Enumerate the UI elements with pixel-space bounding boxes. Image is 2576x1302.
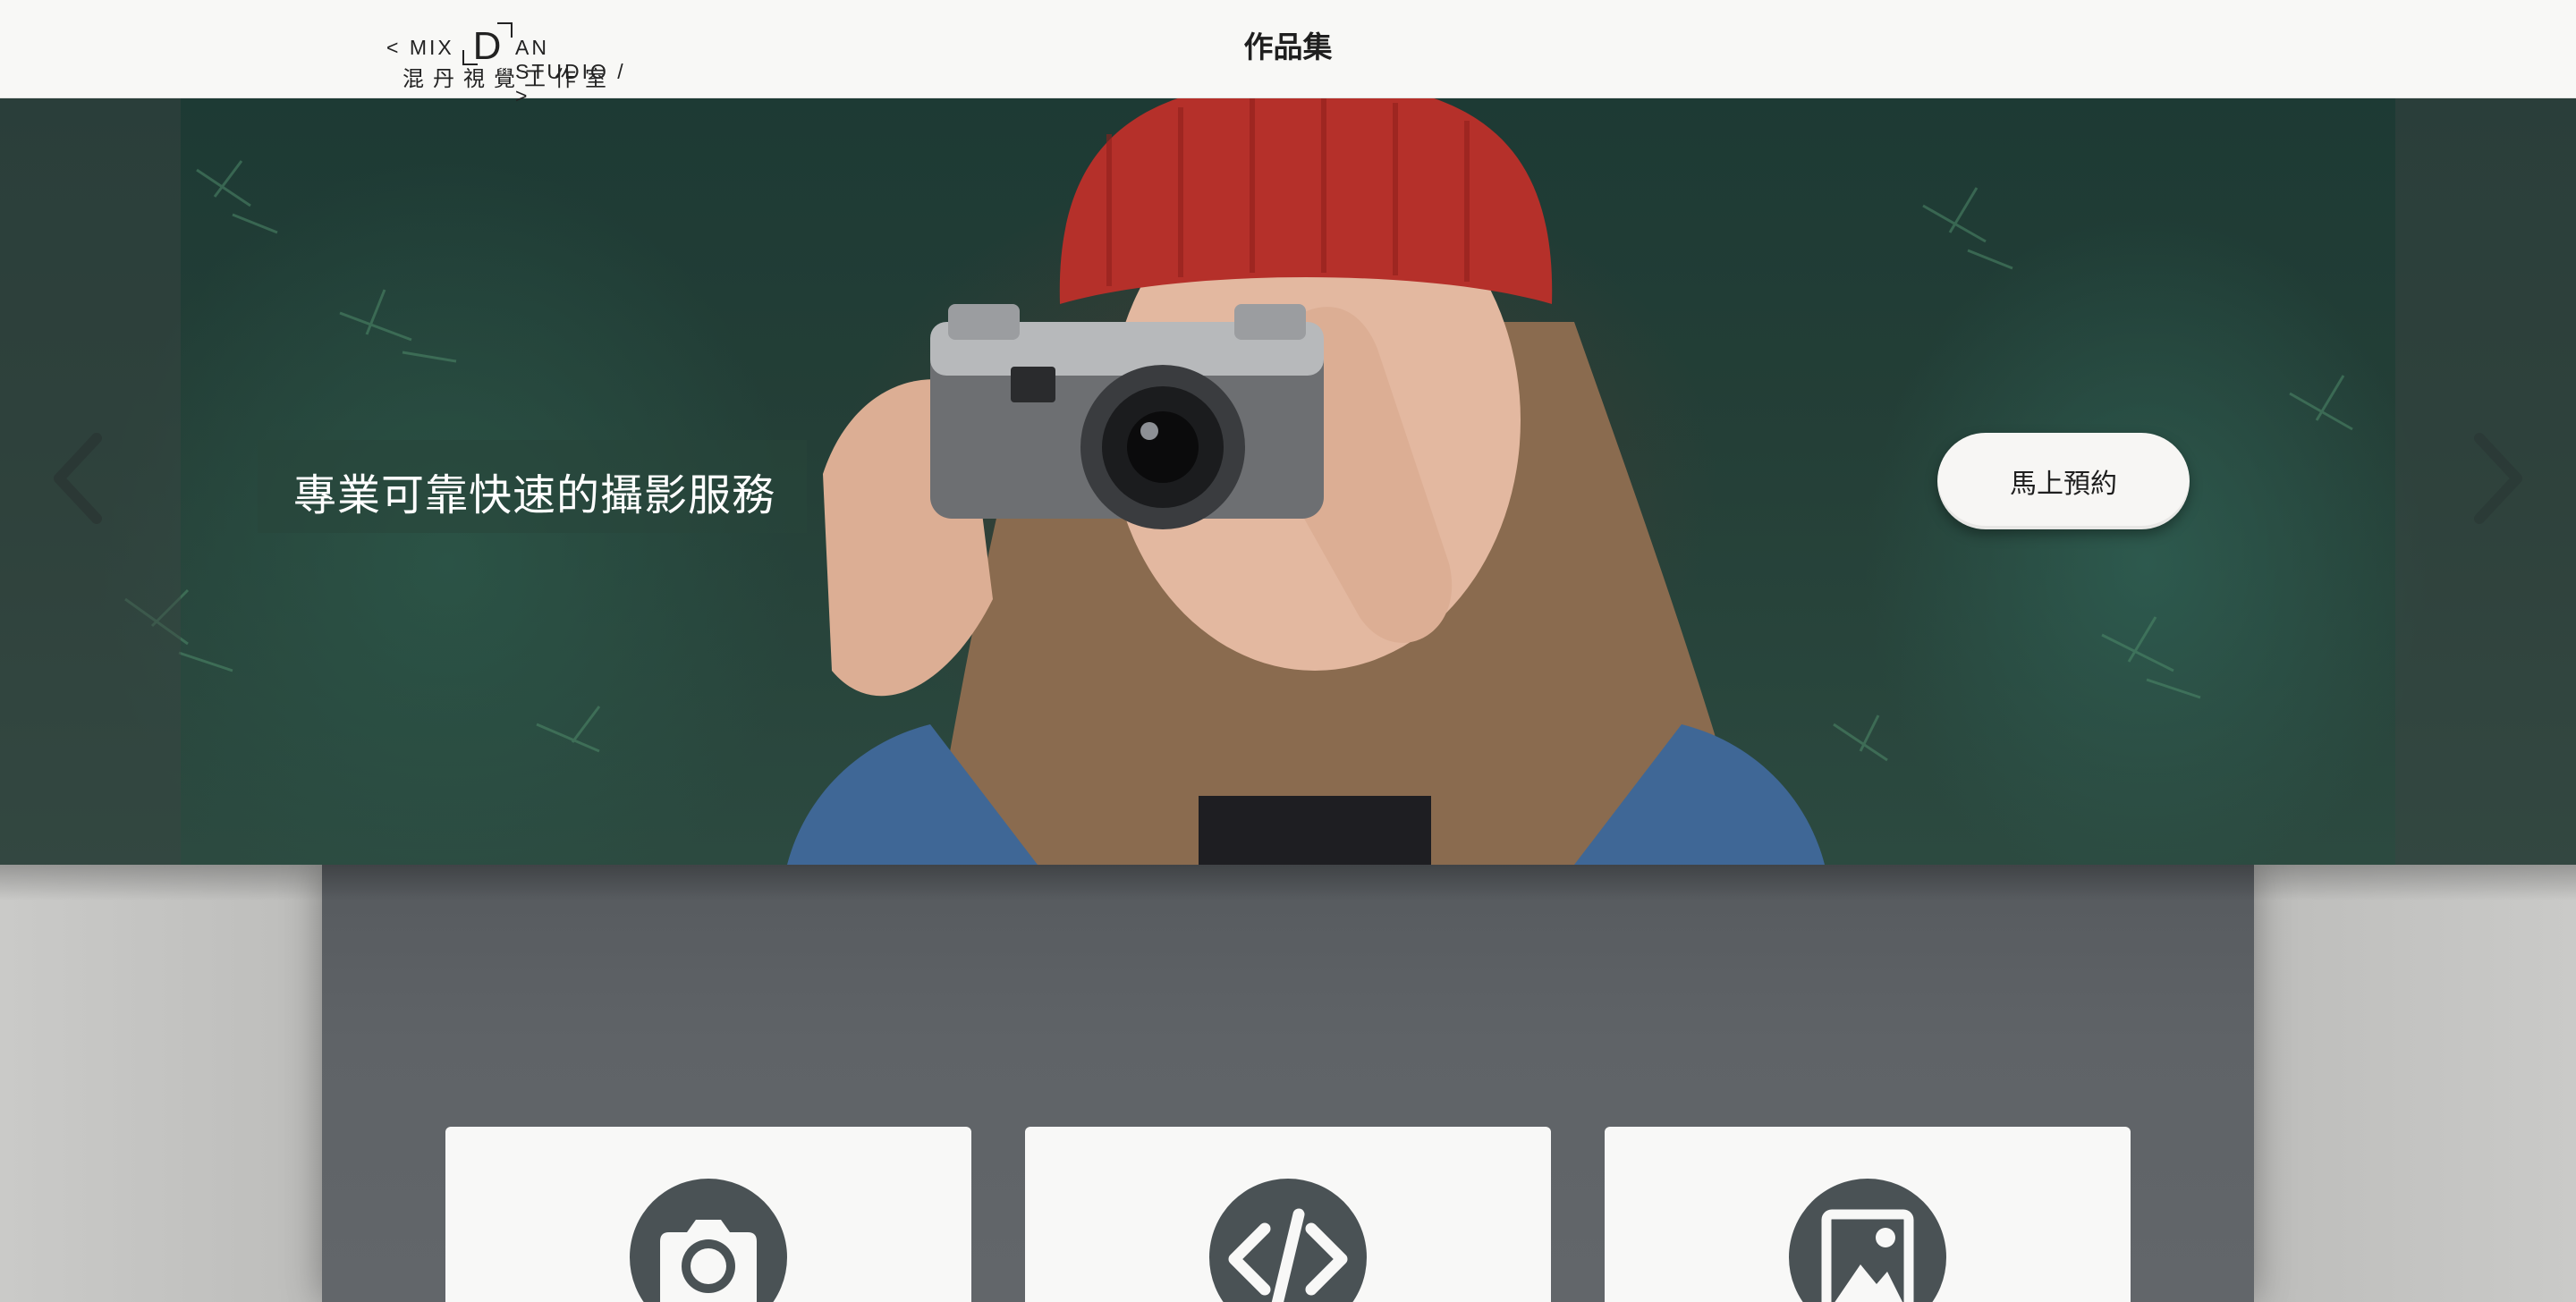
book-now-button[interactable]: 馬上預約 [1937, 433, 2190, 529]
hero-caption: 專業可靠快速的攝影服務 [258, 440, 807, 533]
carousel-next-button[interactable] [2462, 429, 2533, 528]
hero-shadow [0, 865, 2576, 900]
service-card-photography[interactable] [445, 1127, 971, 1302]
chevron-left-icon [54, 433, 102, 524]
logo-left-text: < MIX [386, 36, 454, 59]
service-icon-circle [1209, 1179, 1367, 1302]
chevron-right-icon [2474, 433, 2522, 524]
camera-icon [660, 1220, 757, 1302]
logo-subtitle: 混丹視覺工作室 [402, 66, 615, 91]
logo-wordmark: < MIX D AN STUDIO / > [383, 22, 644, 107]
code-icon [1228, 1208, 1348, 1302]
service-card-design[interactable] [1605, 1127, 2131, 1302]
page-background-right [2254, 865, 2576, 1302]
service-icon-circle [1789, 1179, 1946, 1302]
service-card-web[interactable] [1025, 1127, 1551, 1302]
site-header: < MIX D AN STUDIO / > 混丹視覺工作室 作品集 [0, 0, 2576, 107]
page-background-left [0, 865, 322, 1302]
image-icon [1821, 1209, 1914, 1302]
hero-carousel: 專業可靠快速的攝影服務 馬上預約 [0, 98, 2576, 865]
logo[interactable]: < MIX D AN STUDIO / > 混丹視覺工作室 [383, 9, 644, 107]
service-icon-circle [630, 1179, 787, 1302]
hero-caption-text: 專業可靠快速的攝影服務 [293, 470, 776, 520]
carousel-prev-button[interactable] [43, 429, 114, 528]
page-title: 作品集 [1243, 30, 1333, 64]
